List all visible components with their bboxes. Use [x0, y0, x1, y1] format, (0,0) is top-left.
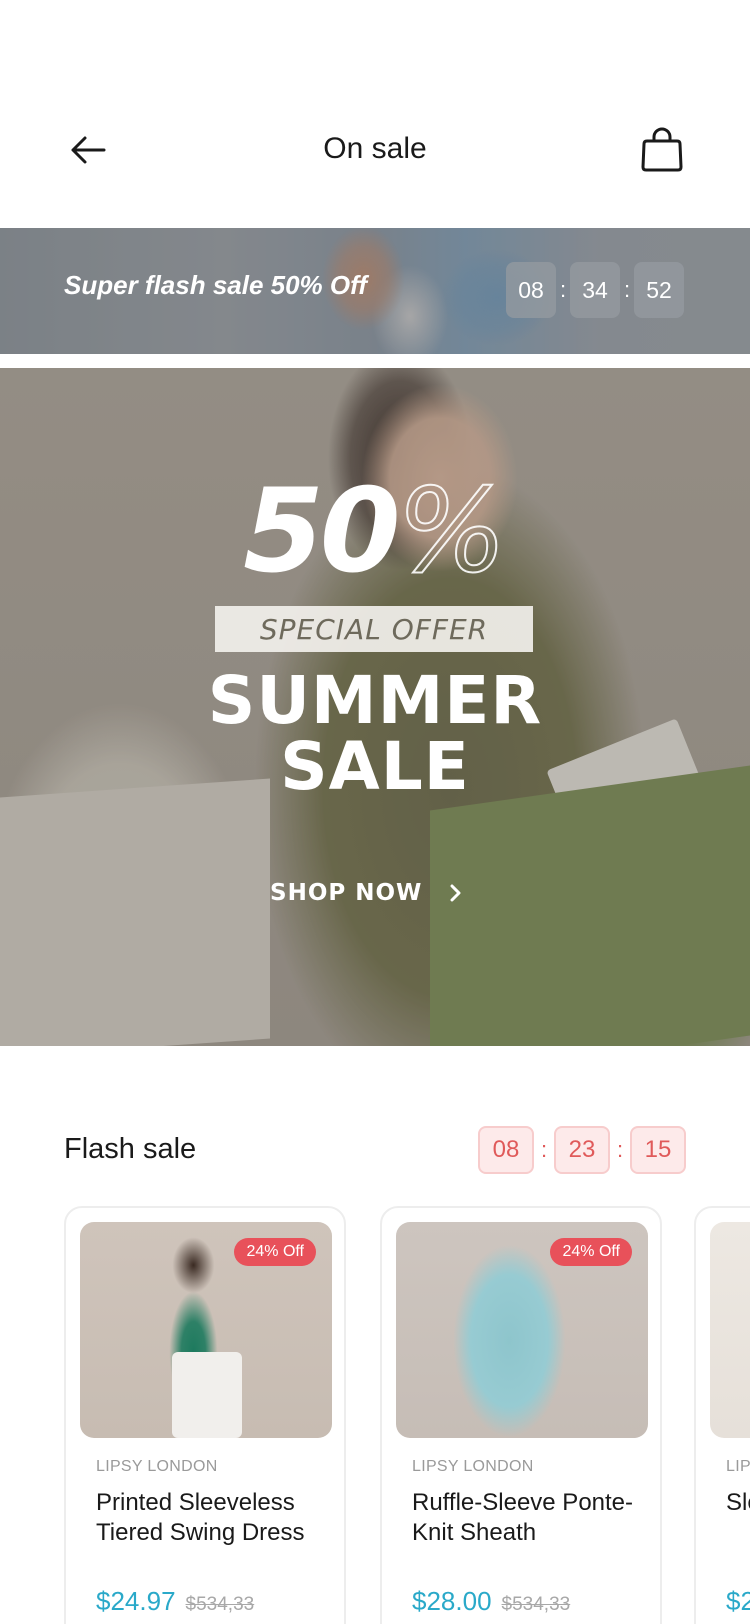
- price-row: $24.97 $534,33: [96, 1586, 254, 1617]
- app-header: On sale: [0, 0, 750, 228]
- product-price: $28.00: [412, 1586, 492, 1616]
- timer-hours: 08: [478, 1126, 534, 1174]
- product-price: $2: [726, 1586, 750, 1616]
- product-name: Printed Sleeveless Tiered Swing Dress: [96, 1489, 305, 1546]
- discount-badge: 24% Off: [234, 1238, 316, 1266]
- timer-separator: :: [616, 1137, 624, 1162]
- summer-sale-hero[interactable]: 50% SPECIAL OFFER SUMMER SALE SHOP NOW: [0, 368, 750, 1046]
- timer-hours: 08: [506, 262, 556, 318]
- product-image: 24% Off: [80, 1222, 332, 1438]
- special-offer-label: SPECIAL OFFER: [215, 606, 533, 652]
- timer-minutes: 34: [570, 262, 620, 318]
- timer-separator: :: [540, 1137, 548, 1162]
- timer-separator: :: [623, 277, 631, 302]
- hero-headline: SUMMER SALE: [0, 668, 750, 800]
- product-brand: LIPSY LONDON: [412, 1458, 534, 1475]
- product-card[interactable]: 24% Off LIPSY LONDON Printed Sleeveless …: [64, 1206, 346, 1624]
- timer-seconds: 15: [630, 1126, 686, 1174]
- price-row: $28.00 $534,33: [412, 1586, 570, 1617]
- discount-percent: 50%: [0, 463, 750, 600]
- price-row: $2: [726, 1586, 750, 1617]
- percent-sign: %: [396, 463, 508, 600]
- headline-line-2: SALE: [280, 728, 470, 805]
- original-price: $534,33: [501, 1594, 571, 1615]
- shopping-bag-icon: [641, 127, 683, 172]
- timer-separator: :: [559, 277, 567, 302]
- product-carousel[interactable]: 24% Off LIPSY LONDON Printed Sleeveless …: [64, 1206, 750, 1624]
- timer-minutes: 23: [554, 1126, 610, 1174]
- flash-sale-timer: 08 : 23 : 15: [478, 1126, 686, 1174]
- product-brand: LIPS: [726, 1458, 750, 1475]
- product-image: [710, 1222, 750, 1438]
- product-price: $24.97: [96, 1586, 176, 1616]
- shop-now-label: SHOP NOW: [270, 880, 423, 906]
- flash-banner-text: Super flash sale 50% Off: [64, 270, 367, 300]
- product-brand: LIPSY LONDON: [96, 1458, 218, 1475]
- original-price: $534,33: [185, 1594, 255, 1615]
- discount-number: 50: [243, 464, 400, 599]
- headline-line-1: SUMMER: [207, 662, 543, 739]
- discount-badge: 24% Off: [550, 1238, 632, 1266]
- timer-seconds: 52: [634, 262, 684, 318]
- product-name: Ruffle-Sleeve Ponte-Knit Sheath: [412, 1489, 634, 1546]
- flash-sale-title: Flash sale: [64, 1133, 197, 1165]
- product-image: 24% Off: [396, 1222, 648, 1438]
- product-card[interactable]: LIPS Sle Do $2: [694, 1206, 750, 1624]
- shop-now-button[interactable]: SHOP NOW: [270, 880, 462, 906]
- cart-button[interactable]: [636, 124, 688, 176]
- chevron-right-icon: [450, 884, 461, 902]
- product-card[interactable]: 24% Off LIPSY LONDON Ruffle-Sleeve Ponte…: [380, 1206, 662, 1624]
- flash-banner-timer: 08 : 34 : 52: [506, 262, 684, 318]
- product-name: Sle Do: [726, 1489, 750, 1516]
